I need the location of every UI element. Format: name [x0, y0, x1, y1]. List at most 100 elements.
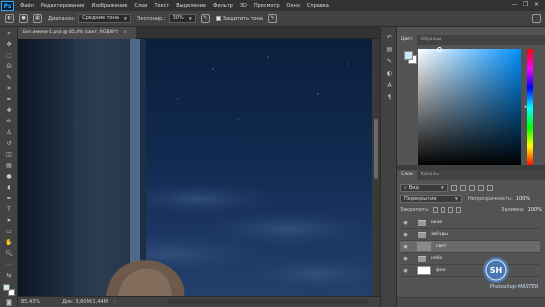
workspace-icon[interactable] — [532, 14, 541, 23]
adjustments-panel-icon[interactable]: ◐ — [385, 69, 394, 78]
filter-type-icon[interactable] — [469, 184, 475, 191]
visibility-eye-icon[interactable]: ◉ — [402, 256, 409, 262]
character-panel-icon[interactable]: A — [385, 81, 394, 90]
hand-tool-icon[interactable]: ✋ — [4, 239, 14, 247]
menu-bar: Ps Файл Редактирование Изображение Слои … — [0, 0, 545, 11]
tools-panel: » ✥ ⬚ ᘏ ✎ ⌗ ✒ ✚ ✏ ♙ ↺ ◫ ▤ ● ◖ ✒ T ➤ ▭ ✋ … — [0, 27, 18, 307]
brush-panel-icon[interactable]: ▦ — [33, 14, 42, 23]
blend-mode-select[interactable]: Перекрытие ▼ — [400, 194, 462, 203]
color-swatches[interactable] — [3, 284, 15, 296]
history-brush-tool-icon[interactable]: ↺ — [4, 140, 14, 148]
restore-button[interactable]: ❐ — [520, 1, 531, 8]
pen-tool-icon[interactable]: ✒ — [4, 195, 14, 203]
tab-swatches[interactable]: Образцы — [417, 35, 446, 45]
marquee-tool-icon[interactable]: ⬚ — [4, 52, 14, 60]
dodge-tool-icon[interactable]: ◖ — [4, 184, 14, 192]
opacity-value[interactable]: 100% — [516, 196, 530, 202]
crop-tool-icon[interactable]: ⌗ — [4, 85, 14, 93]
lock-all-icon[interactable] — [456, 206, 462, 213]
quick-select-tool-icon[interactable]: ✎ — [4, 74, 14, 82]
lock-position-icon[interactable] — [448, 206, 454, 213]
menu-file[interactable]: Файл — [20, 3, 34, 9]
filter-smart-object-icon[interactable] — [487, 184, 493, 191]
range-select[interactable]: Средние тона ▼ — [78, 14, 131, 23]
vertical-scrollbar[interactable] — [372, 39, 380, 296]
move-tool-icon[interactable]: ✥ — [4, 41, 14, 49]
lock-pixels-icon[interactable] — [440, 206, 446, 213]
zoom-level[interactable]: 85,43% — [21, 299, 40, 305]
healing-brush-tool-icon[interactable]: ✚ — [4, 107, 14, 115]
layer-row[interactable]: ◉ звёзды — [400, 229, 540, 241]
gradient-tool-icon[interactable]: ▤ — [4, 162, 14, 170]
brush-tool-icon[interactable]: ✏ — [4, 118, 14, 126]
type-tool-icon[interactable]: T — [4, 206, 14, 214]
pressure-size-icon[interactable]: ✎ — [267, 14, 277, 23]
eyedropper-tool-icon[interactable]: ✒ — [4, 96, 14, 104]
properties-panel-icon[interactable]: ▤ — [385, 45, 394, 54]
color-picker-field[interactable] — [418, 47, 521, 166]
visibility-eye-icon[interactable]: ◉ — [402, 244, 409, 250]
layer-row[interactable]: ◉ окно — [400, 217, 540, 229]
menu-3d[interactable]: 3D — [240, 3, 247, 9]
foreground-color-swatch[interactable] — [3, 284, 10, 291]
tab-layers[interactable]: Слои — [397, 170, 417, 180]
swap-colors-icon[interactable]: ⇆ — [4, 272, 14, 280]
color-picker-cursor[interactable] — [437, 47, 442, 52]
close-tab-icon[interactable]: × — [123, 30, 127, 35]
protect-tones-checkbox[interactable]: Защитить тона — [215, 16, 263, 22]
filter-shape-icon[interactable] — [478, 184, 484, 191]
tools-collapse-icon[interactable]: » — [4, 30, 14, 38]
history-panel-icon[interactable]: ↶ — [385, 33, 394, 42]
fill-value[interactable]: 100% — [528, 207, 542, 213]
brush-preset-icon[interactable]: ● — [19, 14, 28, 23]
menu-layers[interactable]: Слои — [134, 3, 147, 9]
shape-tool-icon[interactable]: ▭ — [4, 228, 14, 236]
horizontal-scrollbar[interactable] — [168, 299, 368, 304]
exposure-input[interactable]: 30% ▼ — [168, 14, 196, 23]
visibility-eye-icon[interactable]: ◉ — [402, 268, 409, 274]
tab-channels[interactable]: Каналы — [417, 170, 443, 180]
close-button[interactable]: ✕ — [531, 1, 542, 8]
blur-tool-icon[interactable]: ● — [4, 173, 14, 181]
menu-filter[interactable]: Фильтр — [213, 3, 233, 9]
blend-row: Перекрытие ▼ Непрозрачность: 100% — [400, 194, 542, 203]
menu-window[interactable]: Окно — [287, 3, 300, 9]
visibility-eye-icon[interactable]: ◉ — [402, 232, 409, 238]
menu-view[interactable]: Просмотр — [254, 3, 280, 9]
hue-slider[interactable] — [527, 49, 533, 166]
lasso-tool-icon[interactable]: ᘏ — [4, 63, 14, 71]
hue-slider-marker-icon[interactable]: ◂ — [524, 104, 527, 110]
path-select-tool-icon[interactable]: ➤ — [4, 217, 14, 225]
menu-image[interactable]: Изображение — [91, 3, 127, 9]
airbrush-icon[interactable]: ✎ — [200, 14, 210, 23]
menu-list: Файл Редактирование Изображение Слои Тек… — [20, 3, 336, 9]
clone-stamp-tool-icon[interactable]: ♙ — [4, 129, 14, 137]
menu-select[interactable]: Выделение — [176, 3, 206, 9]
lock-transparent-icon[interactable] — [432, 206, 438, 213]
layer-thumbnail — [417, 266, 431, 275]
menu-edit[interactable]: Редактирование — [41, 3, 85, 9]
tool-preset-icon[interactable]: ◐ — [5, 14, 14, 23]
brushes-panel-icon[interactable]: ✎ — [385, 57, 394, 66]
minimize-button[interactable]: — — [509, 1, 520, 8]
filter-adjustment-icon[interactable] — [460, 184, 466, 191]
scrollbar-thumb[interactable] — [374, 119, 378, 179]
visibility-eye-icon[interactable]: ◉ — [402, 220, 409, 226]
menu-type[interactable]: Текст — [154, 3, 169, 9]
paragraph-panel-icon[interactable]: ¶ — [385, 93, 394, 102]
more-tools-icon[interactable]: ⋯ — [4, 261, 14, 269]
layer-filter-select[interactable]: ⌕ Вид ▼ — [400, 183, 448, 192]
status-menu-arrow-icon[interactable]: › — [114, 299, 116, 305]
zoom-tool-icon[interactable]: 🔍︎ — [4, 250, 14, 258]
watermark-logo: SH Photoshop-MASTER — [478, 252, 544, 292]
eraser-tool-icon[interactable]: ◫ — [4, 151, 14, 159]
layer-name: свет — [436, 244, 447, 249]
quick-mask-icon[interactable]: ◙ — [4, 299, 14, 307]
menu-help[interactable]: Справка — [307, 3, 329, 9]
document-tab[interactable]: Без имени-1.psd @ 85,4% (свет, RGB/8*) × — [18, 27, 136, 39]
tab-color[interactable]: Цвет — [397, 35, 417, 45]
filter-pixel-icon[interactable] — [451, 184, 457, 191]
document-canvas[interactable] — [18, 39, 372, 296]
layer-name: звёзды — [431, 232, 448, 237]
foreground-color-chip[interactable] — [404, 51, 413, 60]
